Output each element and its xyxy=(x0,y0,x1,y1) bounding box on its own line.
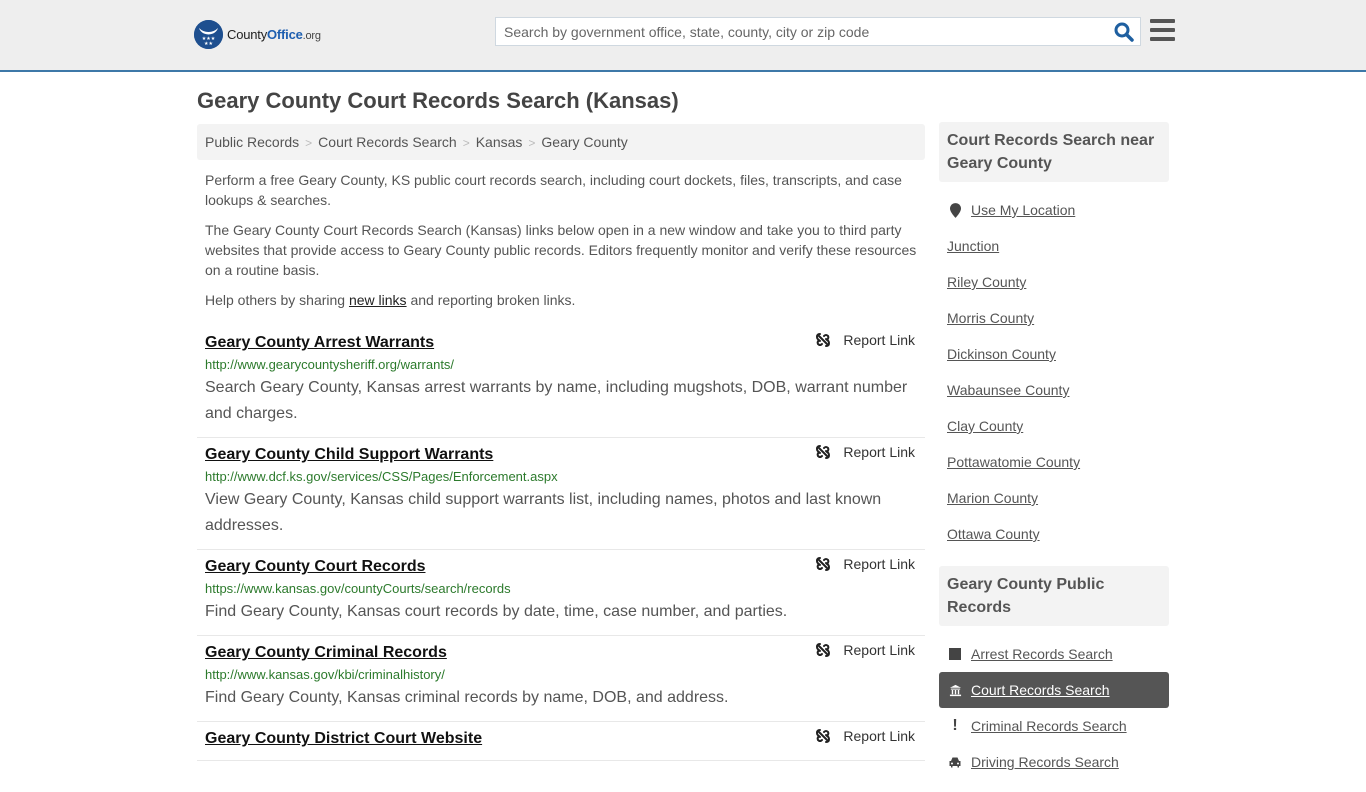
result-url: http://www.gearycountysheriff.org/warran… xyxy=(205,357,455,372)
nearby-link[interactable]: Clay County xyxy=(947,418,1023,434)
nearby-item: Riley County xyxy=(939,264,1169,300)
report-link-button[interactable]: Report Link xyxy=(815,728,915,744)
result-title-link[interactable]: Geary County Court Records xyxy=(205,556,425,578)
result-title-link[interactable]: Geary County Child Support Warrants xyxy=(205,444,493,466)
public-records-item: Driving Records Search xyxy=(939,744,1169,780)
nearby-item: Pottawatomie County xyxy=(939,444,1169,480)
breadcrumb: Public Records > Court Records Search > Kans… xyxy=(197,124,925,160)
nearby-link[interactable]: Marion County xyxy=(947,490,1038,506)
nearby-item: Wabaunsee County xyxy=(939,372,1169,408)
breadcrumb-current: Geary County xyxy=(541,134,628,150)
breadcrumb-item[interactable]: Kansas xyxy=(476,134,523,150)
nearby-link[interactable]: Wabaunsee County xyxy=(947,382,1069,398)
exclamation-icon: ! xyxy=(952,717,958,734)
result-item: Geary County Arrest Warrants Report Link… xyxy=(197,326,925,438)
hamburger-menu-button[interactable] xyxy=(1150,19,1175,41)
report-link-label: Report Link xyxy=(843,642,915,658)
nearby-link[interactable]: Junction xyxy=(947,238,999,254)
report-link-button[interactable]: Report Link xyxy=(815,444,915,460)
breadcrumb-separator: > xyxy=(528,136,536,150)
logo-text: CountyOffice.org xyxy=(227,27,321,42)
new-links-link[interactable]: new links xyxy=(349,292,407,308)
intro-paragraph: The Geary County Court Records Search (K… xyxy=(205,222,917,278)
broken-link-icon xyxy=(816,729,831,743)
nearby-link[interactable]: Pottawatomie County xyxy=(947,454,1080,470)
menu-bar xyxy=(1150,37,1175,41)
menu-bar xyxy=(1150,19,1175,23)
result-description: Search Geary County, Kansas arrest warra… xyxy=(205,379,908,422)
use-location-item: Use My Location xyxy=(939,192,1169,228)
site-logo[interactable]: ★★★ ★★ CountyOffice.org xyxy=(194,20,321,49)
result-title-link[interactable]: Geary County Criminal Records xyxy=(205,642,447,664)
public-records-heading: Geary County Public Records xyxy=(939,566,1169,626)
criminal-records-link[interactable]: Criminal Records Search xyxy=(971,718,1127,734)
nearby-link[interactable]: Ottawa County xyxy=(947,526,1040,542)
courthouse-icon xyxy=(947,682,963,698)
broken-link-icon xyxy=(816,643,831,657)
intro-paragraph: Perform a free Geary County, KS public c… xyxy=(205,172,902,208)
result-item: Geary County District Court Website Repo… xyxy=(197,722,925,761)
nearby-item: Marion County xyxy=(939,480,1169,516)
nearby-item: Clay County xyxy=(939,408,1169,444)
broken-link-icon xyxy=(816,445,831,459)
site-header: ★★★ ★★ CountyOffice.org xyxy=(0,0,1366,72)
page-title: Geary County Court Records Search (Kansa… xyxy=(197,88,679,113)
breadcrumb-item[interactable]: Public Records xyxy=(205,134,299,150)
nearby-list: Use My Location Junction Riley County Mo… xyxy=(939,182,1169,564)
menu-bar xyxy=(1150,28,1175,32)
intro-text: Perform a free Geary County, KS public c… xyxy=(205,170,920,320)
public-records-item: ! Criminal Records Search xyxy=(939,708,1169,744)
report-link-button[interactable]: Report Link xyxy=(815,556,915,572)
search-input[interactable] xyxy=(496,18,1096,45)
map-pin-icon xyxy=(947,202,963,218)
result-url: http://www.dcf.ks.gov/services/CSS/Pages… xyxy=(205,469,558,484)
result-item: Geary County Child Support Warrants Repo… xyxy=(197,438,925,550)
result-title-link[interactable]: Geary County Arrest Warrants xyxy=(205,332,434,354)
results-list: Geary County Arrest Warrants Report Link… xyxy=(197,326,925,761)
public-records-item-active: Court Records Search xyxy=(939,672,1169,708)
use-my-location-link[interactable]: Use My Location xyxy=(971,202,1075,218)
nearby-link[interactable]: Dickinson County xyxy=(947,346,1056,362)
breadcrumb-separator: > xyxy=(305,136,313,150)
nearby-link[interactable]: Riley County xyxy=(947,274,1026,290)
result-description: Find Geary County, Kansas criminal recor… xyxy=(205,689,729,706)
report-link-label: Report Link xyxy=(843,728,915,744)
intro-paragraph: Help others by sharing new links and rep… xyxy=(205,292,576,308)
breadcrumb-separator: > xyxy=(462,136,470,150)
nearby-heading: Court Records Search near Geary County xyxy=(939,122,1169,182)
search-box xyxy=(495,17,1141,46)
result-description: View Geary County, Kansas child support … xyxy=(205,491,882,534)
report-link-button[interactable]: Report Link xyxy=(815,642,915,658)
nearby-item: Dickinson County xyxy=(939,336,1169,372)
nearby-item: Junction xyxy=(939,228,1169,264)
broken-link-icon xyxy=(816,333,831,347)
nearby-item: Ottawa County xyxy=(939,516,1169,552)
square-icon xyxy=(947,646,963,662)
report-link-label: Report Link xyxy=(843,556,915,572)
search-icon xyxy=(1114,22,1134,42)
sidebar: Court Records Search near Geary County U… xyxy=(939,122,1169,792)
result-item: Geary County Court Records Report Link h… xyxy=(197,550,925,636)
svg-text:★★: ★★ xyxy=(204,41,213,47)
report-link-button[interactable]: Report Link xyxy=(815,332,915,348)
result-url: http://www.kansas.gov/kbi/criminalhistor… xyxy=(205,667,445,682)
result-item: Geary County Criminal Records Report Lin… xyxy=(197,636,925,722)
public-records-item: Arrest Records Search xyxy=(939,636,1169,672)
breadcrumb-item[interactable]: Court Records Search xyxy=(318,134,457,150)
search-button[interactable] xyxy=(1114,22,1134,42)
nearby-link[interactable]: Morris County xyxy=(947,310,1034,326)
report-link-label: Report Link xyxy=(843,444,915,460)
report-link-label: Report Link xyxy=(843,332,915,348)
result-title-link[interactable]: Geary County District Court Website xyxy=(205,728,482,750)
result-description: Find Geary County, Kansas court records … xyxy=(205,603,788,620)
nearby-item: Morris County xyxy=(939,300,1169,336)
result-url: https://www.kansas.gov/countyCourts/sear… xyxy=(205,581,511,596)
broken-link-icon xyxy=(816,557,831,571)
arrest-records-link[interactable]: Arrest Records Search xyxy=(971,646,1113,662)
eagle-logo-icon: ★★★ ★★ xyxy=(194,20,223,49)
public-records-list: Arrest Records Search Court Records Sear… xyxy=(939,626,1169,792)
court-records-link[interactable]: Court Records Search xyxy=(971,682,1110,698)
